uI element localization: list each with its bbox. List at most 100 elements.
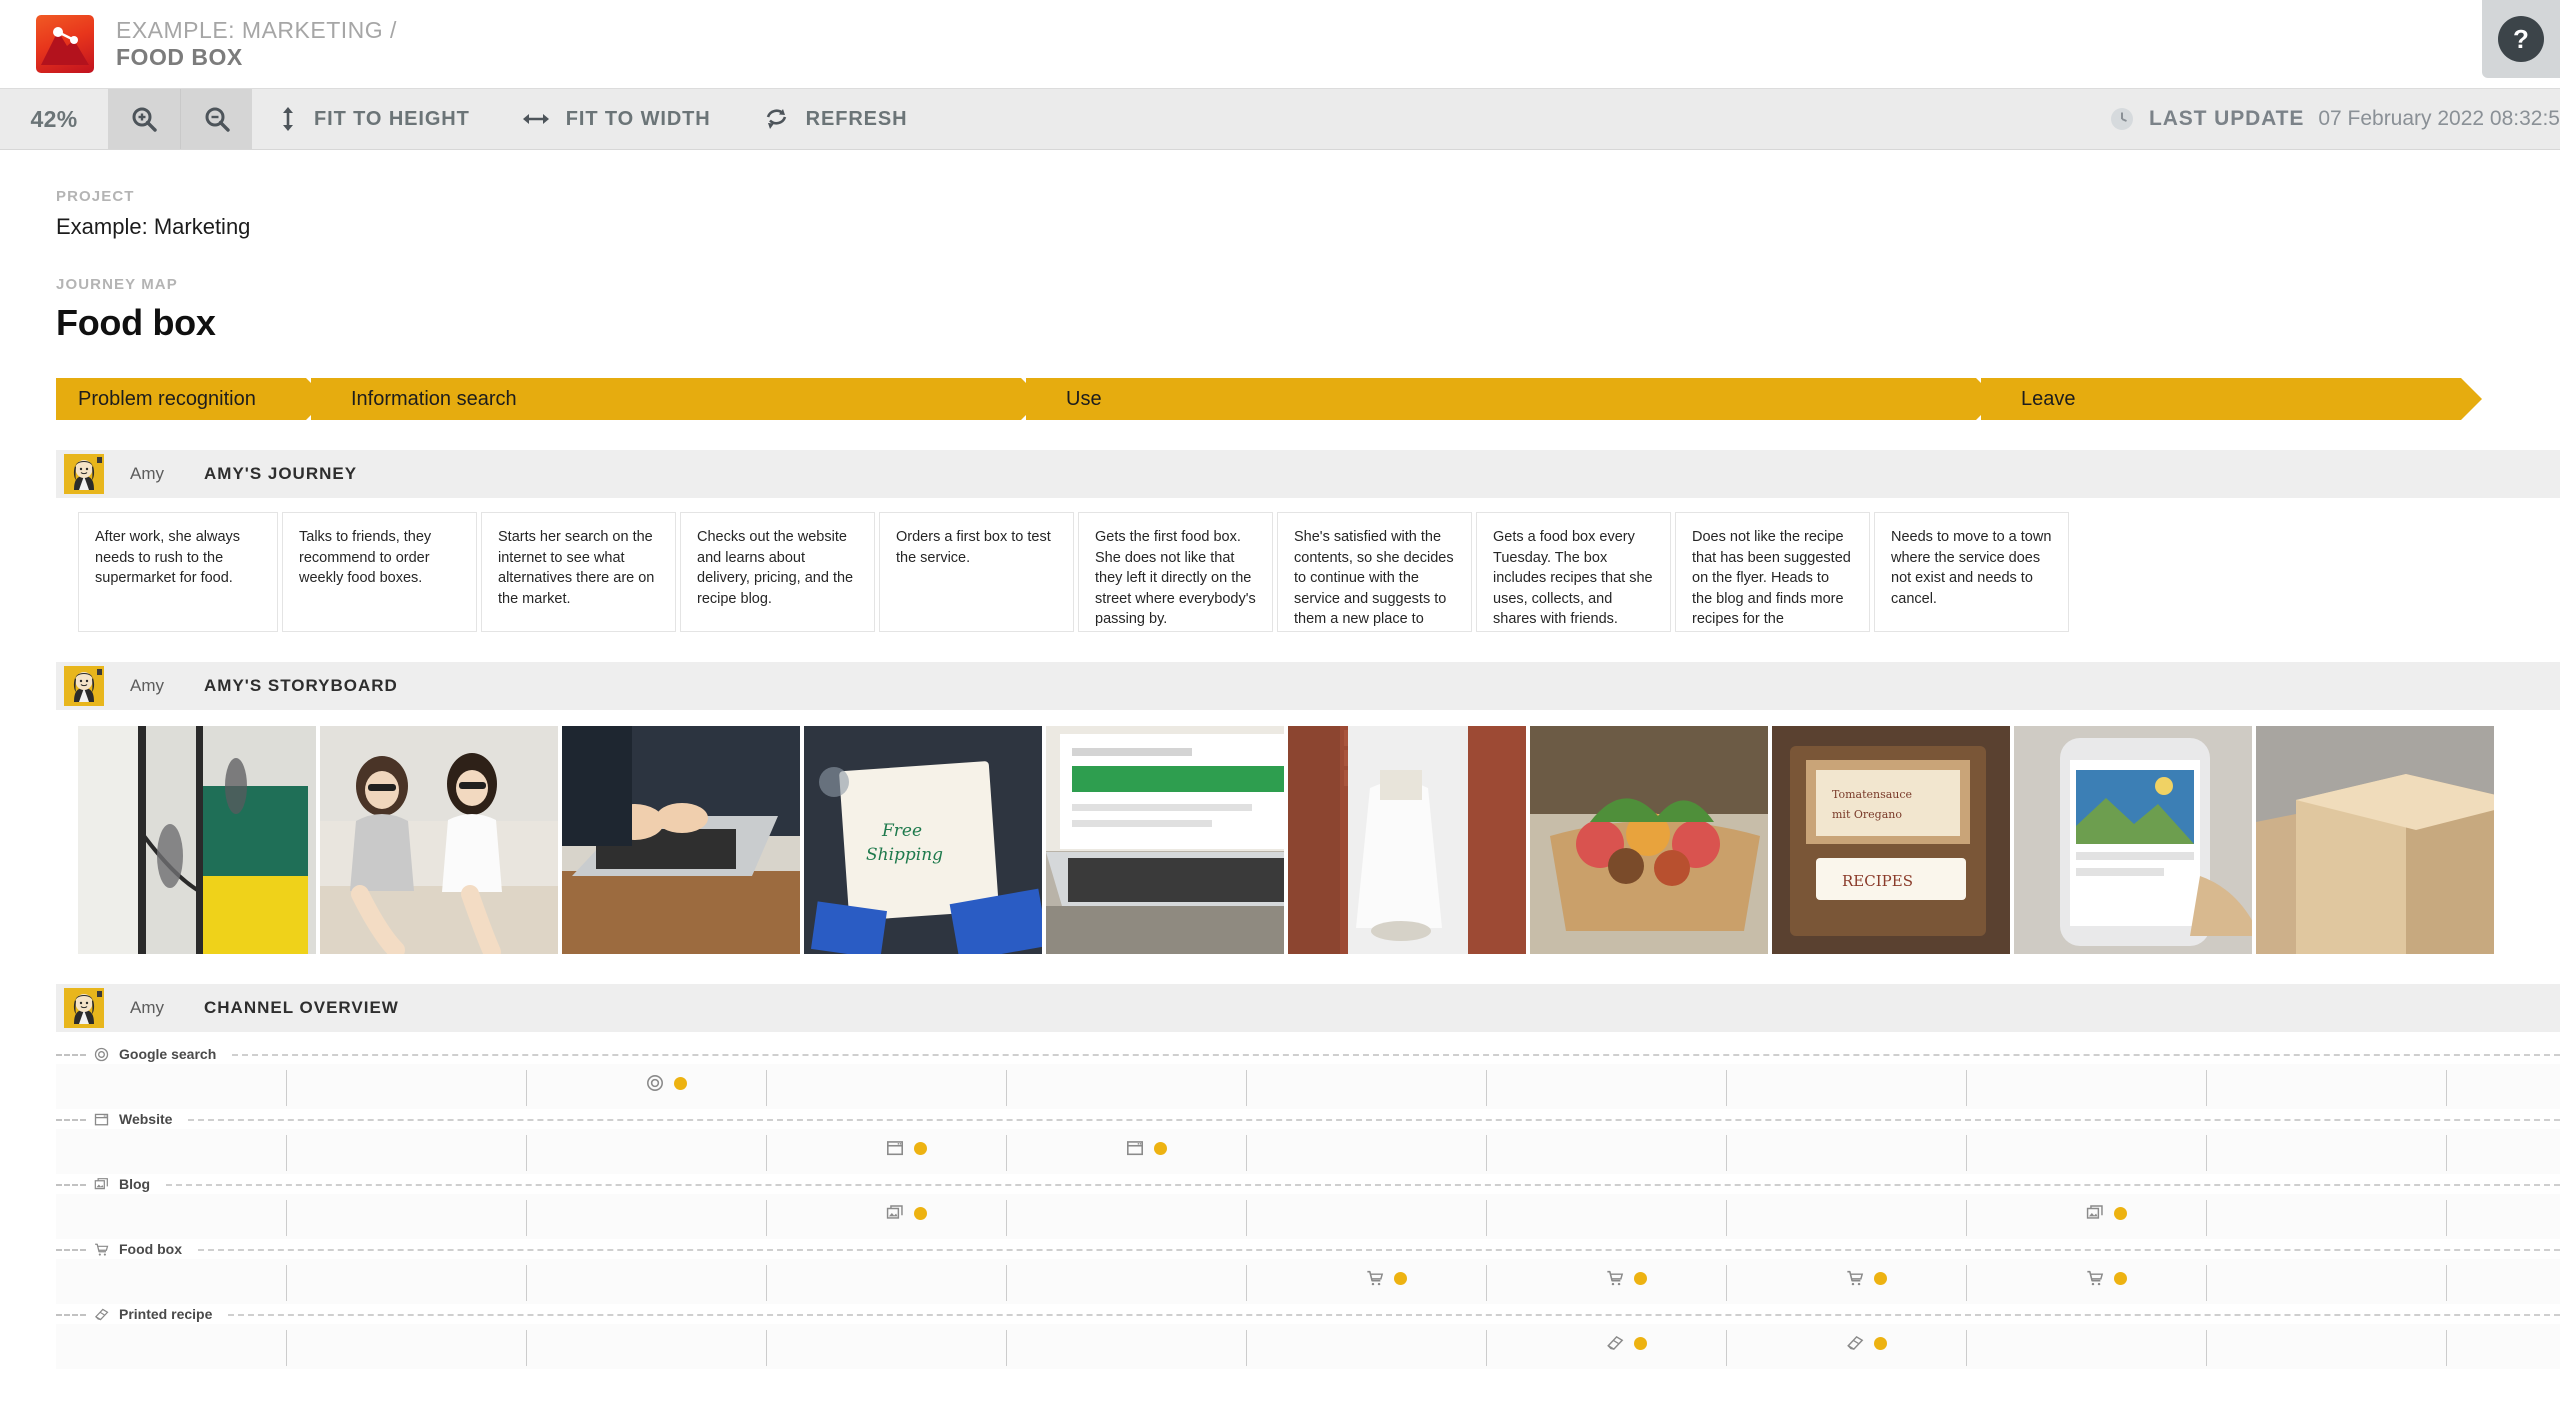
storyboard-photo[interactable] xyxy=(1288,726,1526,954)
storyboard-photo[interactable] xyxy=(320,726,558,954)
phase-0[interactable]: Problem recognition xyxy=(56,378,327,420)
target-icon xyxy=(94,1047,109,1062)
phase-3[interactable]: Leave xyxy=(1981,378,2482,420)
column-separator xyxy=(286,1070,287,1106)
storyboard-photo[interactable] xyxy=(2256,726,2494,954)
channel-row: Printed recipe xyxy=(56,1304,2560,1369)
phase-1[interactable]: Information search xyxy=(311,378,1042,420)
channel-lane xyxy=(56,1064,2560,1109)
touchpoint[interactable] xyxy=(1606,1269,1647,1287)
column-separator xyxy=(2446,1200,2447,1236)
channel-dash-line xyxy=(232,1053,2560,1056)
column-separator xyxy=(1726,1265,1727,1301)
channel-header[interactable]: Blog xyxy=(56,1174,2560,1194)
channel-dash-line xyxy=(198,1248,2560,1251)
journey-card[interactable]: Needs to move to a town where the servic… xyxy=(1874,512,2069,632)
journey-card[interactable]: Talks to friends, they recommend to orde… xyxy=(282,512,477,632)
journey-card[interactable]: After work, she always needs to rush to … xyxy=(78,512,278,632)
journey-map-name: Food box xyxy=(56,302,216,343)
channel-name: Google search xyxy=(119,1046,217,1062)
column-separator xyxy=(1246,1070,1247,1106)
refresh-label: REFRESH xyxy=(805,107,908,130)
journey-card[interactable]: Orders a first box to test the service. xyxy=(879,512,1074,632)
fit-to-height-button[interactable]: FIT TO HEIGHT xyxy=(252,89,496,149)
zoom-in-icon xyxy=(130,105,158,133)
project-name: Example: Marketing xyxy=(56,214,251,239)
touchpoint[interactable] xyxy=(886,1204,927,1222)
channel-header[interactable]: Google search xyxy=(56,1044,2560,1064)
section-person-storyboard: Amy xyxy=(130,676,164,695)
mountain-logo-icon[interactable] xyxy=(36,15,94,73)
touchpoint[interactable] xyxy=(2086,1204,2127,1222)
amy-avatar-icon xyxy=(64,666,104,706)
help-icon[interactable]: ? xyxy=(2498,16,2544,62)
column-separator xyxy=(1966,1265,1967,1301)
section-header-journey: Amy AMY'S JOURNEY xyxy=(56,450,2560,498)
journey-card[interactable]: Checks out the website and learns about … xyxy=(680,512,875,632)
storyboard-photo[interactable]: Tomatensauce mit Oregano RECIPES xyxy=(1772,726,2010,954)
svg-text:mit Oregano: mit Oregano xyxy=(1832,808,1902,821)
journey-card[interactable]: Gets the first food box. She does not li… xyxy=(1078,512,1273,632)
column-separator xyxy=(1006,1135,1007,1171)
journey-card[interactable]: Starts her search on the internet to see… xyxy=(481,512,676,632)
channel-header[interactable]: Food box xyxy=(56,1239,2560,1259)
storyboard-photo[interactable]: Free Shipping xyxy=(804,726,1042,954)
touchpoint-dot xyxy=(2114,1206,2127,1220)
channel-lane xyxy=(56,1324,2560,1369)
amy-avatar-icon xyxy=(64,454,104,494)
images-icon xyxy=(94,1177,109,1192)
channel-row: Website xyxy=(56,1109,2560,1174)
storyboard-photo[interactable] xyxy=(1530,726,1768,954)
journey-map-label: JOURNEY MAP xyxy=(56,276,178,293)
storyboard-photo[interactable] xyxy=(562,726,800,954)
column-separator xyxy=(2206,1135,2207,1171)
cart-icon xyxy=(1846,1269,1864,1287)
storyboard-photo[interactable] xyxy=(2014,726,2252,954)
column-separator xyxy=(1966,1200,1967,1236)
touchpoint[interactable] xyxy=(1126,1139,1167,1157)
browser-icon xyxy=(886,1139,904,1157)
column-separator xyxy=(1966,1070,1967,1106)
flyer-icon xyxy=(1606,1334,1624,1352)
touchpoint-dot xyxy=(674,1076,687,1090)
journey-card[interactable]: She's satisfied with the contents, so sh… xyxy=(1277,512,1472,632)
channel-dash-line xyxy=(228,1313,2560,1316)
flyer-icon xyxy=(1846,1334,1864,1352)
zoom-in-button[interactable] xyxy=(108,89,180,149)
zoom-out-button[interactable] xyxy=(180,89,252,149)
channel-header[interactable]: Printed recipe xyxy=(56,1304,2560,1324)
column-separator xyxy=(766,1200,767,1236)
touchpoint[interactable] xyxy=(1366,1269,1407,1287)
touchpoint[interactable] xyxy=(1846,1269,1887,1287)
touchpoint[interactable] xyxy=(2086,1269,2127,1287)
phase-2[interactable]: Use xyxy=(1026,378,1997,420)
fit-to-width-button[interactable]: FIT TO WIDTH xyxy=(496,89,737,149)
refresh-button[interactable]: REFRESH xyxy=(737,89,934,149)
breadcrumb: EXAMPLE: MARKETING / xyxy=(116,16,397,43)
channel-header[interactable]: Website xyxy=(56,1109,2560,1129)
column-separator xyxy=(526,1135,527,1171)
section-channel-overview: Amy CHANNEL OVERVIEW Google search Websit… xyxy=(0,984,2560,1369)
touchpoint[interactable] xyxy=(1846,1334,1887,1352)
svg-text:Shipping: Shipping xyxy=(866,845,943,865)
touchpoint-dot xyxy=(1634,1336,1647,1350)
column-separator xyxy=(2446,1330,2447,1366)
help-button-wrap: ? xyxy=(2482,0,2560,78)
column-separator xyxy=(2446,1265,2447,1301)
storyboard-photo[interactable] xyxy=(1046,726,1284,954)
column-separator xyxy=(1726,1200,1727,1236)
column-separator xyxy=(2206,1330,2207,1366)
journey-card[interactable]: Does not like the recipe that has been s… xyxy=(1675,512,1870,632)
touchpoint[interactable] xyxy=(1606,1334,1647,1352)
column-separator xyxy=(526,1200,527,1236)
cart-icon xyxy=(1606,1269,1624,1287)
channel-lane xyxy=(56,1259,2560,1304)
touchpoint[interactable] xyxy=(646,1074,687,1092)
touchpoint[interactable] xyxy=(886,1139,927,1157)
cart-icon xyxy=(2086,1269,2104,1287)
channel-dash-prefix xyxy=(56,1053,86,1056)
channel-row: Food box xyxy=(56,1239,2560,1304)
journey-card[interactable]: Gets a food box every Tuesday. The box i… xyxy=(1476,512,1671,632)
touchpoint-dot xyxy=(1394,1271,1407,1285)
storyboard-photo[interactable] xyxy=(78,726,316,954)
